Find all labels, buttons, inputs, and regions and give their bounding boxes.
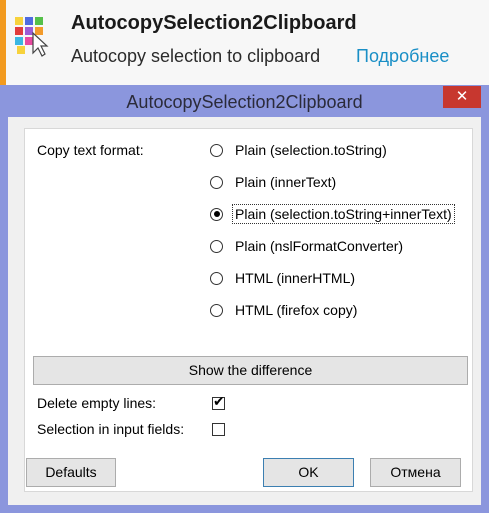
more-link[interactable]: Подробнее bbox=[356, 46, 449, 67]
cancel-button[interactable]: Отмена bbox=[370, 458, 461, 487]
addon-title: AutocopySelection2Clipboard bbox=[71, 12, 357, 34]
radio-label: HTML (firefox copy) bbox=[235, 302, 358, 318]
radio-label: Plain (innerText) bbox=[235, 174, 337, 190]
addon-icon bbox=[15, 17, 49, 57]
selection-input-fields-checkbox[interactable] bbox=[212, 423, 225, 436]
radio-button[interactable] bbox=[210, 303, 223, 317]
radio-plain-tostring-innertext[interactable]: Plain (selection.toString+innerText) bbox=[210, 203, 455, 225]
radio-plain-innertext[interactable]: Plain (innerText) bbox=[210, 171, 338, 193]
radio-button[interactable] bbox=[210, 143, 223, 157]
radio-html-innerhtml[interactable]: HTML (innerHTML) bbox=[210, 267, 357, 289]
show-difference-button[interactable]: Show the difference bbox=[33, 356, 468, 385]
addon-notification-bar: AutocopySelection2Clipboard Autocopy sel… bbox=[0, 0, 489, 85]
dialog-window: AutocopySelection2Clipboard ✕ Copy text … bbox=[0, 85, 489, 513]
close-icon: ✕ bbox=[455, 88, 469, 105]
radio-label: Plain (nslFormatConverter) bbox=[235, 238, 404, 254]
options-panel: Copy text format: Plain (selection.toStr… bbox=[24, 128, 473, 492]
close-button[interactable]: ✕ bbox=[443, 86, 481, 108]
delete-empty-lines-checkbox[interactable]: ✔ bbox=[212, 393, 225, 410]
radio-label: Plain (selection.toString) bbox=[235, 142, 387, 158]
copy-format-label: Copy text format: bbox=[37, 142, 144, 158]
radio-button[interactable] bbox=[210, 239, 223, 253]
radio-button[interactable] bbox=[210, 207, 223, 221]
radio-html-firefox-copy[interactable]: HTML (firefox copy) bbox=[210, 299, 359, 321]
checkmark-icon: ✔ bbox=[213, 393, 225, 409]
radio-plain-formatconverter[interactable]: Plain (nslFormatConverter) bbox=[210, 235, 405, 257]
defaults-button[interactable]: Defaults bbox=[26, 458, 116, 487]
delete-empty-lines-label: Delete empty lines: bbox=[37, 395, 157, 411]
radio-button[interactable] bbox=[210, 271, 223, 285]
dialog-client-area: Copy text format: Plain (selection.toStr… bbox=[8, 117, 481, 505]
ok-button[interactable]: OK bbox=[263, 458, 354, 487]
radio-label: HTML (innerHTML) bbox=[235, 270, 356, 286]
radio-plain-tostring[interactable]: Plain (selection.toString) bbox=[210, 139, 389, 161]
selection-input-fields-label: Selection in input fields: bbox=[37, 421, 185, 437]
dialog-titlebar[interactable]: AutocopySelection2Clipboard ✕ bbox=[0, 85, 489, 117]
accent-stripe bbox=[0, 0, 6, 85]
addon-description: Autocopy selection to clipboard bbox=[71, 46, 321, 66]
radio-button[interactable] bbox=[210, 175, 223, 189]
radio-label: Plain (selection.toString+innerText) bbox=[232, 204, 455, 224]
dialog-title: AutocopySelection2Clipboard bbox=[126, 92, 363, 112]
